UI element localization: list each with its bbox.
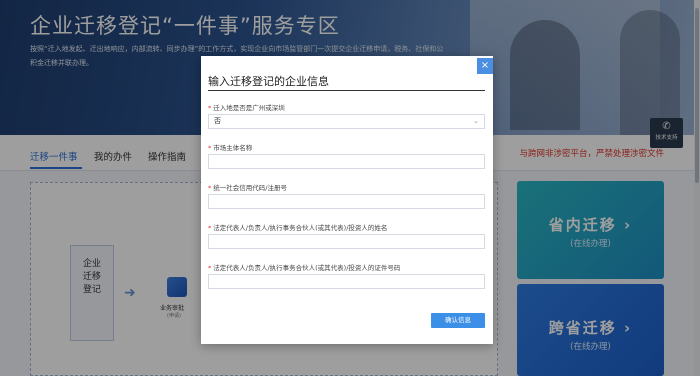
representative-id-label: * 法定代表人/负责人/执行事务合伙人(或其代表)/投资人的证件号码	[208, 264, 401, 272]
entity-name-label: * 市场主体名称	[208, 144, 253, 152]
confirm-button[interactable]: 确认信息	[431, 313, 485, 328]
divider	[208, 90, 485, 91]
relocation-city-select[interactable]: 否 ⌄	[208, 114, 485, 129]
credit-code-input[interactable]	[208, 194, 485, 209]
representative-name-label: * 法定代表人/负责人/执行事务合伙人(或其代表)/投资人的姓名	[208, 224, 388, 232]
representative-id-input[interactable]	[208, 274, 485, 289]
close-icon[interactable]: ×	[477, 58, 493, 74]
credit-code-label: * 统一社会信用代码/注册号	[208, 184, 287, 192]
entity-name-input[interactable]	[208, 154, 485, 169]
enterprise-info-dialog: × 输入迁移登记的企业信息 * 迁入地是否是广州或深圳 否 ⌄ * 市场主体名称 *…	[201, 56, 493, 344]
dialog-title: 输入迁移登记的企业信息	[208, 75, 329, 88]
representative-name-input[interactable]	[208, 234, 485, 249]
chevron-down-icon: ⌄	[473, 117, 479, 125]
relocation-city-label: * 迁入地是否是广州或深圳	[208, 104, 285, 112]
